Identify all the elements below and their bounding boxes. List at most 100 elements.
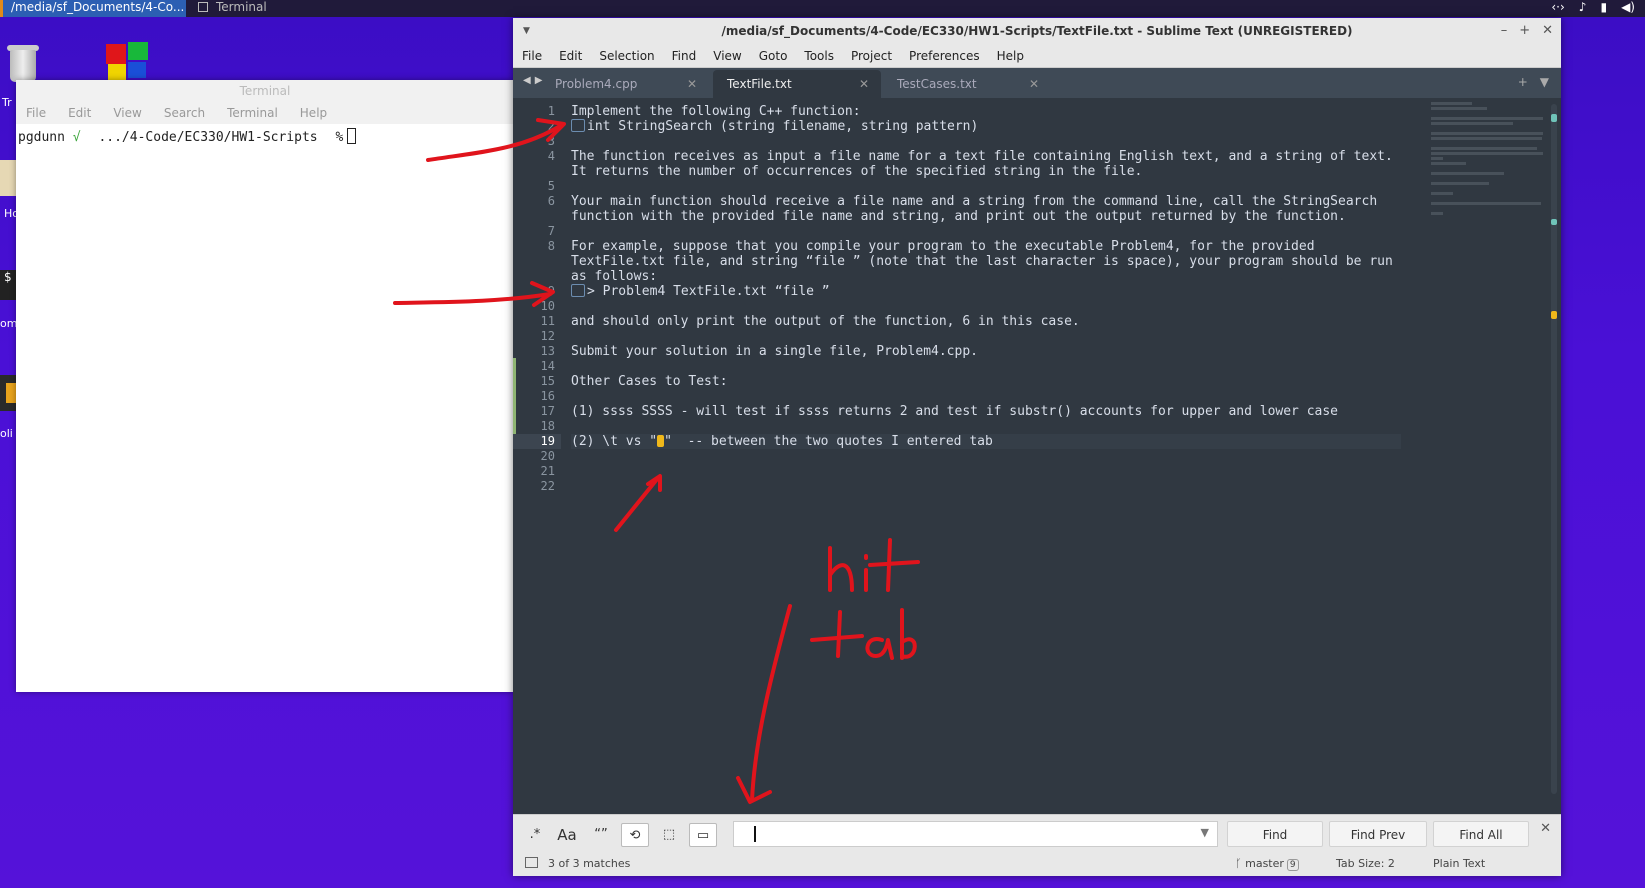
panel-toggle-icon[interactable] xyxy=(525,857,538,868)
code-line[interactable] xyxy=(571,479,1401,494)
code-line[interactable]: (2) \t vs " " -- between the two quotes I… xyxy=(571,434,1401,449)
code-line[interactable] xyxy=(571,359,1401,374)
code-line[interactable] xyxy=(571,449,1401,464)
terminal-cursor xyxy=(347,128,357,144)
code-line[interactable] xyxy=(571,224,1401,239)
code-line[interactable]: (1) ssss SSSS - will test if ssss return… xyxy=(571,404,1401,419)
code-line[interactable]: TextFile.txt file, and string “file ” (n… xyxy=(571,254,1401,269)
window-menu-icon[interactable]: ▼ xyxy=(523,18,530,44)
code-line-text: (2) \t vs " xyxy=(571,434,658,449)
menu-goto[interactable]: Goto xyxy=(759,44,788,67)
minimize-icon[interactable]: – xyxy=(1501,18,1508,44)
line-number: 13 xyxy=(540,344,555,358)
menu-selection[interactable]: Selection xyxy=(599,44,654,67)
code-line[interactable] xyxy=(571,464,1401,479)
terminal-menu-file[interactable]: File xyxy=(26,102,46,124)
menu-file[interactable]: File xyxy=(522,44,542,67)
menu-project[interactable]: Project xyxy=(851,44,892,67)
tab-list-icon[interactable]: ▼ xyxy=(1540,75,1549,89)
bell-icon[interactable]: ♪ xyxy=(1579,0,1587,17)
terminal-menu-help[interactable]: Help xyxy=(300,102,327,124)
app-cube-icon[interactable] xyxy=(106,42,148,80)
minimap[interactable] xyxy=(1431,102,1543,222)
terminal-menu-search[interactable]: Search xyxy=(164,102,205,124)
line-number: 19 xyxy=(513,434,561,449)
taskbar-task-sublime[interactable]: /media/sf_Documents/4-Co... xyxy=(0,0,186,17)
code-line[interactable]: It returns the number of occurrences of … xyxy=(571,164,1401,179)
battery-icon[interactable]: ▮ xyxy=(1600,0,1607,17)
code-line[interactable] xyxy=(571,419,1401,434)
tab-testcases-txt[interactable]: TestCases.txt ✕ xyxy=(883,70,1051,98)
terminal-menu-edit[interactable]: Edit xyxy=(68,102,91,124)
close-icon[interactable]: ✕ xyxy=(1542,18,1553,44)
code-line[interactable]: function with the provided file name and… xyxy=(571,209,1401,224)
new-tab-icon[interactable]: + xyxy=(1518,75,1528,89)
menu-view[interactable]: View xyxy=(713,44,741,67)
git-branch[interactable]: ᚴ master 9 xyxy=(1235,852,1299,876)
code-line[interactable] xyxy=(571,299,1401,314)
syntax-mode[interactable]: Plain Text xyxy=(1433,852,1485,876)
maximize-icon[interactable]: + xyxy=(1519,18,1530,44)
code-line[interactable]: Implement the following C++ function: xyxy=(571,104,1401,119)
whole-word-toggle-button[interactable]: “” xyxy=(587,823,615,847)
line-number: 21 xyxy=(540,464,555,478)
terminal-menu-terminal[interactable]: Terminal xyxy=(227,102,278,124)
code-line[interactable]: > Problem4 TextFile.txt “file ” xyxy=(571,284,1401,299)
code-text[interactable]: Implement the following C++ function: int… xyxy=(571,104,1401,494)
find-button[interactable]: Find xyxy=(1227,821,1323,847)
code-line[interactable]: Other Cases to Test: xyxy=(571,374,1401,389)
code-line[interactable]: Submit your solution in a single file, P… xyxy=(571,344,1401,359)
code-line[interactable]: int StringSearch (string filename, strin… xyxy=(571,119,1401,134)
menu-tools[interactable]: Tools xyxy=(804,44,834,67)
code-line[interactable] xyxy=(571,389,1401,404)
code-line[interactable]: The function receives as input a file na… xyxy=(571,149,1401,164)
menu-preferences[interactable]: Preferences xyxy=(909,44,980,67)
vertical-scrollbar[interactable] xyxy=(1551,104,1557,794)
wrap-toggle-button[interactable]: ⟲ xyxy=(621,823,649,847)
minimap-line xyxy=(1431,117,1543,120)
code-line[interactable] xyxy=(571,179,1401,194)
code-line[interactable] xyxy=(571,329,1401,344)
line-number: 12 xyxy=(540,329,555,343)
tab-problem4-cpp[interactable]: Problem4.cpp ✕ xyxy=(541,70,709,98)
tab-close-icon[interactable]: ✕ xyxy=(859,70,869,98)
system-tray: ‹·› ♪ ▮ ◀) xyxy=(1551,0,1635,17)
tab-size[interactable]: Tab Size: 2 xyxy=(1336,852,1395,876)
code-line[interactable]: and should only print the output of the … xyxy=(571,314,1401,329)
find-prev-button[interactable]: Find Prev xyxy=(1329,821,1427,847)
regex-toggle-button[interactable]: .* xyxy=(521,823,549,847)
volume-icon[interactable]: ◀) xyxy=(1621,0,1635,17)
terminal-menu-view[interactable]: View xyxy=(113,102,141,124)
editor-area[interactable]: 1 2 3 4 5 6 7 8 9 10 11 12 13 14 15 16 17 18 19 20 21 22 Impl… xyxy=(513,98,1561,814)
close-find-panel-icon[interactable]: ✕ xyxy=(1540,821,1551,836)
code-line[interactable]: Your main function should receive a file… xyxy=(571,194,1401,209)
tab-close-icon[interactable]: ✕ xyxy=(687,70,697,98)
menu-help[interactable]: Help xyxy=(997,44,1024,67)
app-desktop-icon[interactable] xyxy=(0,375,16,411)
tab-textfile-txt[interactable]: TextFile.txt ✕ xyxy=(713,70,881,98)
line-number: 8 xyxy=(547,239,555,253)
scroll-marker xyxy=(1551,219,1557,225)
terminal-body[interactable]: pgdunn √ .../4-Code/EC330/HW1-Scripts % xyxy=(16,124,514,692)
code-line[interactable]: as follows: xyxy=(571,269,1401,284)
code-line[interactable]: For example, suppose that you compile yo… xyxy=(571,239,1401,254)
home-folder-icon[interactable] xyxy=(0,160,16,196)
code-line-text: (1) ssss SSSS - will test if ssss return… xyxy=(571,404,1339,419)
menu-find[interactable]: Find xyxy=(672,44,697,67)
code-line[interactable] xyxy=(571,134,1401,149)
prompt-symbol: % xyxy=(335,130,344,145)
terminal-desktop-icon[interactable]: $ xyxy=(0,270,16,300)
taskbar-task-terminal[interactable]: Terminal xyxy=(190,0,300,17)
tab-close-icon[interactable]: ✕ xyxy=(1029,70,1039,98)
trash-icon[interactable] xyxy=(6,42,40,82)
find-all-button[interactable]: Find All xyxy=(1433,821,1529,847)
network-icon[interactable]: ‹·› xyxy=(1551,0,1564,17)
line-number xyxy=(513,164,561,179)
case-sensitive-toggle-button[interactable]: Aa xyxy=(553,823,581,847)
menu-edit[interactable]: Edit xyxy=(559,44,582,67)
in-selection-toggle-button[interactable]: ⬚ xyxy=(655,823,683,847)
highlight-matches-toggle-button[interactable]: ▭ xyxy=(689,823,717,847)
line-number: 22 xyxy=(540,479,555,493)
find-input[interactable]: ▼ xyxy=(733,821,1218,847)
find-history-dropdown-icon[interactable]: ▼ xyxy=(1201,826,1209,839)
